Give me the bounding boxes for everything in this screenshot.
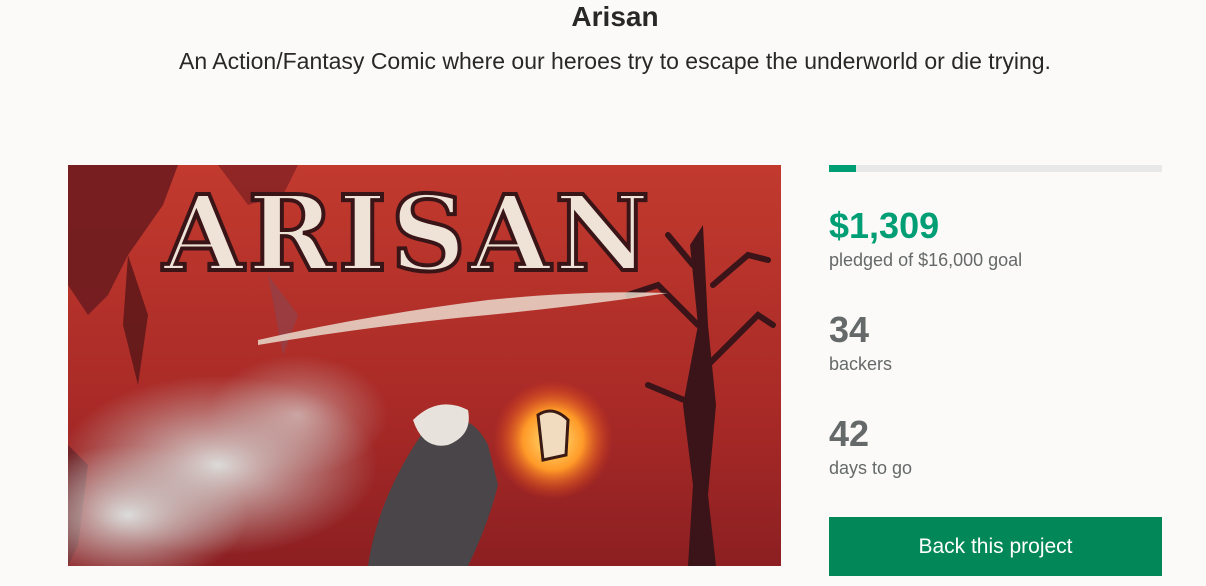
- backers-count: 34: [829, 309, 870, 350]
- hero-logo-text: ARISAN: [162, 172, 654, 295]
- funding-stats: $1,309 pledged of $16,000 goal 34 backer…: [829, 165, 1162, 480]
- project-hero-image[interactable]: ARISAN: [68, 165, 781, 566]
- backers-block: 34 backers: [829, 310, 1162, 376]
- back-project-button[interactable]: Back this project: [829, 517, 1162, 576]
- project-title: Arisan: [571, 1, 659, 32]
- pledged-amount: $1,309: [829, 205, 940, 246]
- funding-progress-fill: [829, 165, 857, 172]
- project-page: Arisan An Action/Fantasy Comic where our…: [0, 0, 1206, 586]
- project-blurb: An Action/Fantasy Comic where our heroes…: [179, 48, 1051, 74]
- hero-illustration: ARISAN: [68, 165, 781, 566]
- funding-progress-bar: [829, 165, 1162, 172]
- days-block: 42 days to go: [829, 414, 1162, 480]
- backers-caption: backers: [829, 354, 893, 374]
- days-caption: days to go: [829, 458, 913, 478]
- days-count: 42: [829, 413, 870, 454]
- pledged-caption: pledged of $16,000 goal: [829, 250, 1023, 270]
